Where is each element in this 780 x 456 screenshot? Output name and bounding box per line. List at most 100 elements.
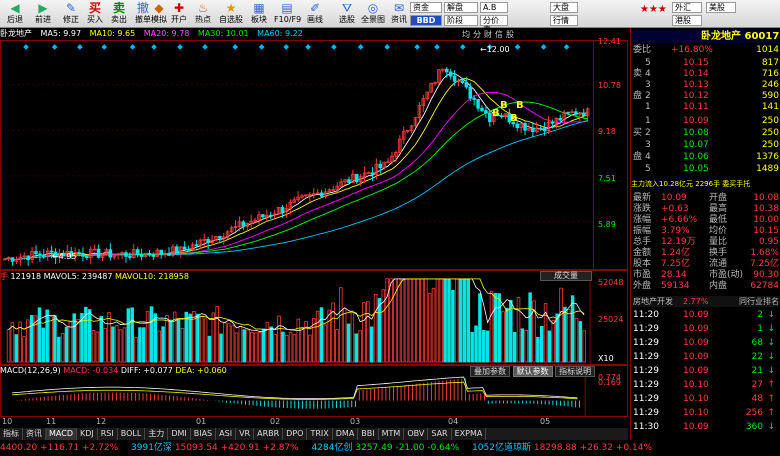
- volume-bar: [91, 330, 96, 363]
- volume-bar: [234, 332, 239, 363]
- bid-row: 买 2 10.08 250: [633, 128, 779, 138]
- forex-select[interactable]: 外汇: [672, 2, 702, 13]
- volume-bar: [64, 326, 69, 363]
- candle-body: [147, 252, 152, 256]
- fix-button[interactable]: ✎ 修正: [58, 1, 84, 27]
- volume-bar: [578, 321, 583, 363]
- tab-trix[interactable]: TRIX: [307, 428, 333, 440]
- ab-select[interactable]: A.B: [480, 2, 508, 13]
- signal-diamond: [101, 44, 108, 50]
- sell-button[interactable]: 卖卖出: [106, 1, 132, 27]
- diff-line: [12, 376, 578, 400]
- tab-avg[interactable]: 均: [462, 30, 473, 39]
- volume-bar: [199, 315, 204, 363]
- back-button[interactable]: ◀ 后退: [2, 1, 28, 27]
- tab-bias[interactable]: BIAS: [191, 428, 217, 440]
- tab-主力[interactable]: 主力: [145, 428, 169, 440]
- high-price-label: ←12.00: [480, 45, 510, 54]
- candle-body: [531, 127, 535, 133]
- tab-指标[interactable]: 指标: [0, 428, 23, 440]
- candle-body: [34, 251, 38, 255]
- quote-select[interactable]: 行情: [550, 15, 578, 26]
- hotspot-button[interactable]: ♨ 热点: [190, 1, 216, 27]
- candle-body: [366, 172, 371, 175]
- candle-body: [499, 115, 504, 118]
- tab-asi[interactable]: ASI: [216, 428, 237, 440]
- tab-info[interactable]: 信: [495, 30, 506, 39]
- tab-dpo[interactable]: DPO: [283, 428, 308, 440]
- tab-finance[interactable]: 财: [484, 30, 495, 39]
- candle-body: [550, 121, 555, 124]
- stat-row: 股本 7.25亿 流通 7.25亿: [633, 259, 779, 269]
- stock-picker-button[interactable]: ⛛ 选股: [334, 1, 360, 27]
- candle-body: [194, 244, 199, 247]
- default-params-button[interactable]: 默认参数: [512, 366, 553, 377]
- tab-vr[interactable]: VR: [236, 428, 255, 440]
- tab-macd[interactable]: MACD: [46, 428, 77, 440]
- bbd-button[interactable]: BBD: [410, 15, 442, 26]
- volume-indicator-button[interactable]: 成交量: [540, 271, 592, 281]
- volume-bar: [215, 306, 219, 363]
- candle-body: [128, 256, 132, 258]
- panorama-button[interactable]: ◎ 全景图: [360, 1, 386, 27]
- tab-stock[interactable]: 股: [506, 30, 517, 39]
- fund-select[interactable]: 资金: [410, 2, 442, 13]
- analysis-select[interactable]: 解盘: [444, 2, 478, 13]
- tab-boll[interactable]: BOLL: [118, 428, 146, 440]
- tab-obv[interactable]: OBV: [404, 428, 429, 440]
- tab-minute[interactable]: 分: [473, 30, 484, 39]
- tab-kdj[interactable]: KDJ: [77, 428, 98, 440]
- flame-icon: ♨: [197, 1, 209, 15]
- stage-select[interactable]: 阶段: [444, 15, 478, 26]
- us-stock-select[interactable]: 美股: [706, 2, 736, 13]
- hk-stock-select[interactable]: 港股: [672, 15, 702, 26]
- volume-bar: [509, 300, 513, 363]
- tab-mtm[interactable]: MTM: [379, 428, 405, 440]
- sector-button[interactable]: ▦ 板块: [246, 1, 272, 27]
- news-button[interactable]: ✉ 资讯: [386, 1, 412, 27]
- volume-bar: [555, 313, 559, 363]
- draw-line-button[interactable]: ✐ 画线: [302, 1, 328, 27]
- star-icon: ★: [225, 1, 237, 15]
- volume-bar: [250, 331, 254, 363]
- signal-diamond: [283, 44, 289, 50]
- ma-line: [4, 119, 588, 260]
- ma10-value: MA10: 9.65: [89, 29, 136, 38]
- tab-sar[interactable]: SAR: [428, 428, 452, 440]
- overlay-params-button[interactable]: 叠加参数: [470, 366, 510, 377]
- buy-button[interactable]: 买买入: [82, 1, 108, 27]
- volume-bar: [354, 333, 359, 363]
- candle-body: [280, 207, 285, 213]
- forward-button[interactable]: ▶ 前进: [30, 1, 56, 27]
- candle-body: [476, 99, 480, 109]
- volume-bar: [539, 326, 544, 363]
- market-select[interactable]: 大盘: [550, 2, 578, 13]
- volume-bar: [10, 322, 15, 363]
- mavol5-value: MAVOL5: 239487: [43, 272, 113, 281]
- signal-diamond: [129, 44, 136, 50]
- volume-bar: [582, 330, 586, 363]
- candle-body: [523, 123, 527, 131]
- buy-signal-marker: B: [492, 108, 500, 119]
- price-table-select[interactable]: 分价表: [480, 15, 508, 34]
- volume-bar: [227, 323, 231, 363]
- open-account-button[interactable]: ✚ 开户: [166, 1, 192, 27]
- candle-body: [2, 258, 7, 261]
- tab-arbr[interactable]: ARBR: [254, 428, 284, 440]
- volume-chart[interactable]: [0, 270, 628, 365]
- watchlist-button[interactable]: ★ 自选股: [218, 1, 244, 27]
- f10-button[interactable]: ▤ F10/F9: [274, 1, 301, 27]
- candle-body: [468, 86, 473, 99]
- tab-资讯[interactable]: 资讯: [23, 428, 46, 440]
- candlestick-chart[interactable]: [0, 40, 628, 270]
- indicator-help-button[interactable]: 指标说明: [555, 366, 596, 377]
- tab-dmi[interactable]: DMI: [168, 428, 191, 440]
- tab-dma[interactable]: DMA: [333, 428, 359, 440]
- tab-expma[interactable]: EXPMA: [452, 428, 487, 440]
- tab-bbi[interactable]: BBI: [358, 428, 379, 440]
- volume-bar: [26, 319, 30, 363]
- sector-rank-button[interactable]: 同行业排名: [739, 296, 779, 307]
- tab-rsi[interactable]: RSI: [98, 428, 118, 440]
- volume-bar: [439, 278, 444, 363]
- volume-bar: [474, 325, 478, 363]
